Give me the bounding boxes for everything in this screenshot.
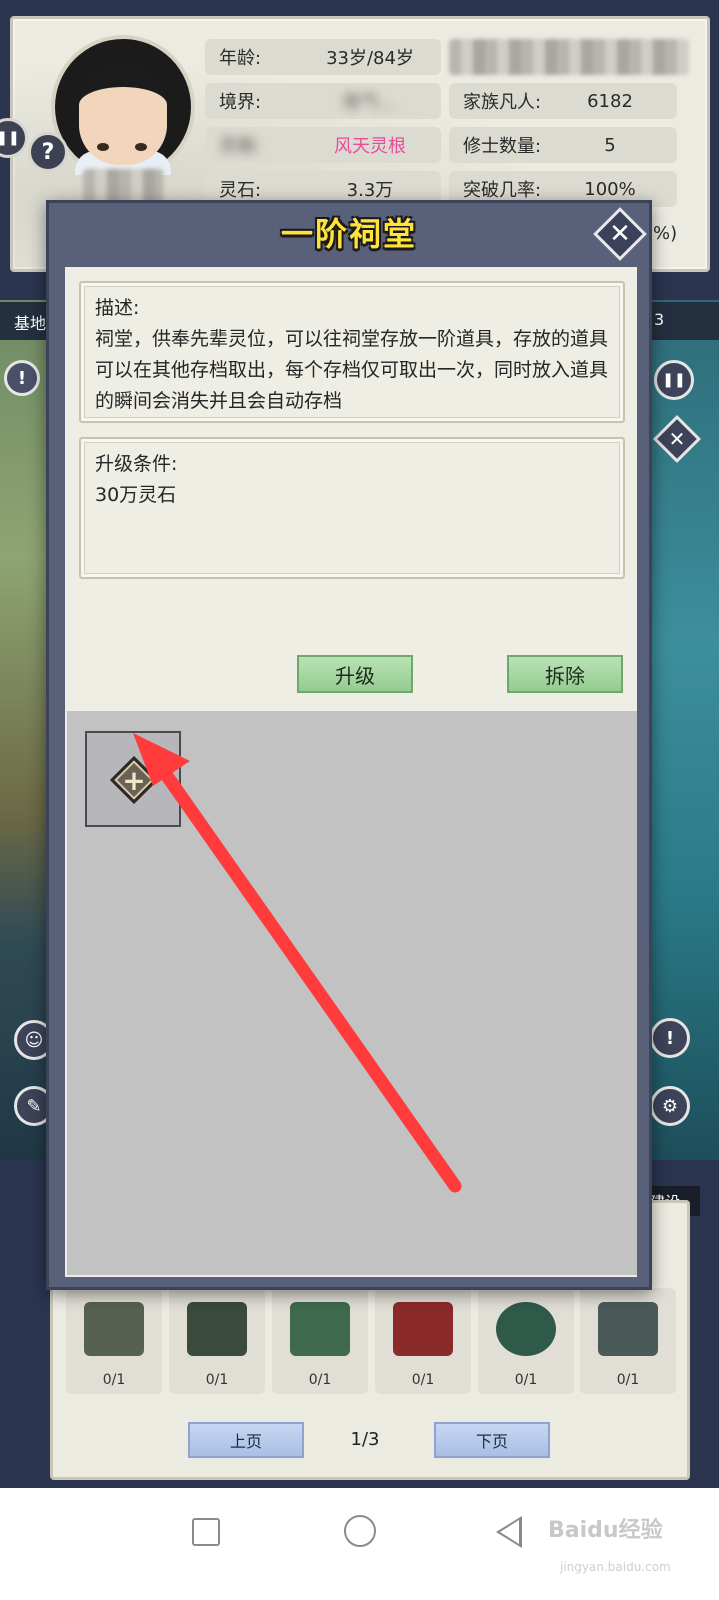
building-count: 0/1 [102, 1372, 126, 1388]
building-slot[interactable]: 0/1 [478, 1288, 574, 1394]
settings-gear-icon[interactable]: ⚙ [650, 1086, 690, 1126]
upgrade-requirements-box: 升级条件: 30万灵石 [79, 437, 625, 579]
building-slot[interactable]: 0/1 [272, 1288, 368, 1394]
avatar-face [79, 61, 167, 165]
building-disc-icon [496, 1302, 556, 1356]
pause-icon[interactable]: ❚❚ [654, 360, 694, 400]
notice-icon[interactable]: ! [650, 1018, 690, 1058]
building-slot[interactable]: 0/1 [580, 1288, 676, 1394]
building-count: 0/1 [308, 1372, 332, 1388]
building-slot[interactable]: 0/1 [169, 1288, 265, 1394]
building-count: 0/1 [514, 1372, 538, 1388]
building-vase-icon [290, 1302, 350, 1356]
plus-icon: + [109, 755, 159, 805]
description-title: 描述: [95, 297, 140, 319]
stat-realm: 境界: 炼气… [205, 83, 441, 119]
dialog-title: 一阶祠堂 [280, 215, 417, 253]
stat-age: 年龄: 33岁/84岁 [205, 39, 441, 75]
dialog-body: 描述: 祠堂，供奉先辈灵位，可以往祠堂存放一阶道具，存放的道具可以在其他存档取出… [65, 267, 637, 1277]
stat-family-mortals: 家族凡人: 6182 [449, 83, 677, 119]
stat-cultivator-count-value: 5 [604, 134, 616, 156]
watermark-logo: Baidu经验 [548, 1518, 663, 1543]
building-count: 0/1 [411, 1372, 435, 1388]
clipped-stat-value: %) [653, 223, 678, 244]
item-storage-area: + [67, 711, 637, 1275]
stat-spirit-stones-value: 3.3万 [346, 180, 394, 201]
description-text: 祠堂，供奉先辈灵位，可以往祠堂存放一阶道具，存放的道具可以在其他存档取出，每个存… [95, 328, 609, 412]
help-icon: ? [41, 139, 55, 165]
stat-breakthrough-rate-value: 100% [584, 178, 636, 200]
censored-field [449, 39, 689, 75]
close-icon: ✕ [609, 219, 631, 249]
alert-icon[interactable]: ! [4, 360, 40, 396]
plus-glyph: + [122, 763, 146, 797]
base-tab-label[interactable]: 基地 [0, 302, 48, 340]
stat-spirit-root-value: 风天灵根 [334, 136, 406, 157]
prev-page-button[interactable]: 上页 [188, 1422, 304, 1458]
building-count: 0/1 [616, 1372, 640, 1388]
help-button[interactable]: ? [28, 132, 68, 172]
stat-family-mortals-value: 6182 [587, 90, 633, 112]
building-slot[interactable]: 0/1 [66, 1288, 162, 1394]
stat-cultivator-count-label: 修士数量: [463, 136, 542, 157]
ancestral-hall-dialog: 一阶祠堂 ✕ 描述: 祠堂，供奉先辈灵位，可以往祠堂存放一阶道具，存放的道具可以… [46, 200, 652, 1290]
stat-age-label: 年龄: [219, 48, 262, 69]
home-icon[interactable] [344, 1515, 376, 1547]
stat-realm-label: 境界: [219, 92, 262, 113]
right-tab-label: 3 [650, 302, 719, 340]
building-pool-icon [393, 1302, 453, 1356]
avatar-eye-right [135, 143, 147, 151]
stat-spirit-root-label: 灵根: [219, 136, 262, 157]
building-gate-icon [598, 1302, 658, 1356]
page-indicator: 1/3 [350, 1429, 380, 1450]
building-lantern-icon [187, 1302, 247, 1356]
demolish-button[interactable]: 拆除 [507, 655, 623, 693]
add-item-slot[interactable]: + [85, 731, 181, 827]
upgrade-cost: 30万灵石 [95, 484, 177, 506]
stat-breakthrough-rate-label: 突破几率: [463, 180, 542, 201]
system-navigation-bar [0, 1488, 719, 1600]
next-page-button[interactable]: 下页 [434, 1422, 550, 1458]
character-avatar[interactable] [55, 39, 191, 175]
upgrade-title: 升级条件: [95, 453, 178, 475]
stat-family-mortals-label: 家族凡人: [463, 92, 542, 113]
avatar-eye-left [97, 143, 109, 151]
stat-spirit-root: 灵根: 风天灵根 [205, 127, 441, 163]
building-chest-icon [84, 1302, 144, 1356]
stat-realm-value: 炼气… [343, 92, 397, 113]
watermark-url: jingyan.baidu.com [560, 1560, 671, 1574]
building-slot[interactable]: 0/1 [375, 1288, 471, 1394]
building-count: 0/1 [205, 1372, 229, 1388]
stat-cultivator-count: 修士数量: 5 [449, 127, 677, 163]
back-icon[interactable] [496, 1516, 522, 1548]
stat-age-value: 33岁/84岁 [326, 48, 414, 69]
upgrade-button[interactable]: 升级 [297, 655, 413, 693]
recent-apps-icon[interactable] [192, 1518, 220, 1546]
stat-spirit-stones-label: 灵石: [219, 180, 262, 201]
description-box: 描述: 祠堂，供奉先辈灵位，可以往祠堂存放一阶道具，存放的道具可以在其他存档取出… [79, 281, 625, 423]
